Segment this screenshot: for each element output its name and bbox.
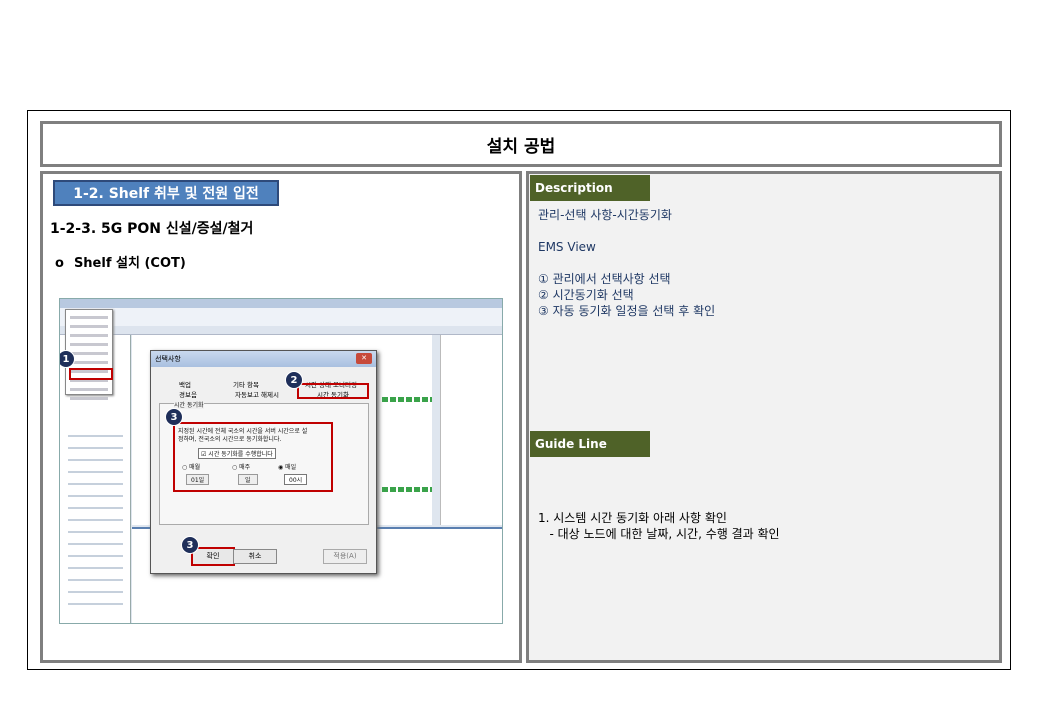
bullet-heading: o Shelf 설치 (COT) (55, 252, 186, 271)
port-row (382, 487, 432, 492)
menu-selection-highlight (69, 368, 113, 380)
tree-item (68, 507, 123, 509)
ems-toolbar (60, 308, 502, 327)
port-row (382, 397, 432, 402)
step-2: ② 시간동기화 선택 (538, 288, 634, 302)
tree-item (68, 567, 123, 569)
tree-item (68, 459, 123, 461)
ok-button[interactable]: 확인 (191, 547, 235, 566)
apply-button[interactable]: 적용(A) (323, 549, 367, 564)
tree-item (68, 447, 123, 449)
guide-line2: - 대상 노드에 대한 날짜, 시간, 수행 결과 확인 (538, 527, 780, 541)
step-badge-2: 2 (285, 371, 303, 389)
time-sync-tab-highlight (297, 383, 369, 399)
tree-item (68, 471, 123, 473)
desc-line1: 관리-선택 사항-시간동기화 (538, 208, 672, 222)
tree-item (68, 579, 123, 581)
tree-item (68, 483, 123, 485)
step-badge-3a: 3 (165, 408, 183, 426)
step-badge-3b: 3 (181, 536, 199, 554)
close-icon[interactable]: ✕ (356, 353, 372, 364)
cancel-button[interactable]: 취소 (233, 549, 277, 564)
tree-item (68, 435, 123, 437)
guide-tag: Guide Line (530, 431, 650, 457)
tab-etc[interactable]: 기타 항목 (233, 379, 259, 389)
tab-backup[interactable]: 백업 (179, 379, 191, 389)
description-tag: Description (530, 175, 650, 201)
tree-item (68, 591, 123, 593)
bullet-heading-text: Shelf 설치 (COT) (73, 256, 186, 271)
dialog-title: 선택사항 (151, 351, 376, 367)
step-3: ③ 자동 동기화 일정을 선택 후 확인 (538, 304, 716, 318)
tree-item (68, 603, 123, 605)
ems-screenshot: 선택사항 ✕ 백업 기타 항목 시간 상태 모니터링 경보음 자동보고 해제시 … (59, 298, 503, 624)
ems-info-panel (440, 335, 502, 525)
tree-item (68, 555, 123, 557)
ems-titlebar (60, 299, 502, 308)
right-panel (526, 171, 1002, 663)
sub-heading: 1-2-3. 5G PON 신설/증설/철거 (50, 221, 254, 237)
tree-item (68, 543, 123, 545)
ems-tabbar (60, 326, 502, 335)
tab-alarm-sound[interactable]: 경보음 (179, 389, 197, 399)
tree-item (68, 531, 123, 533)
title-box: 설치 공법 (40, 121, 1002, 167)
tree-item (68, 495, 123, 497)
step-1: ① 관리에서 선택사항 선택 (538, 272, 671, 286)
page-title: 설치 공법 (486, 136, 556, 157)
schedule-highlight (173, 422, 333, 492)
desc-line2: EMS View (538, 240, 596, 254)
section-tag: 1-2. Shelf 취부 및 전원 입전 (53, 180, 279, 206)
bullet-symbol: o (55, 256, 64, 271)
guide-line1: 1. 시스템 시간 동기화 아래 사항 확인 (538, 511, 727, 525)
group-label: 시간 동기화 (174, 400, 204, 409)
tree-item (68, 519, 123, 521)
tab-auto-report[interactable]: 자동보고 해제시 (235, 389, 279, 399)
